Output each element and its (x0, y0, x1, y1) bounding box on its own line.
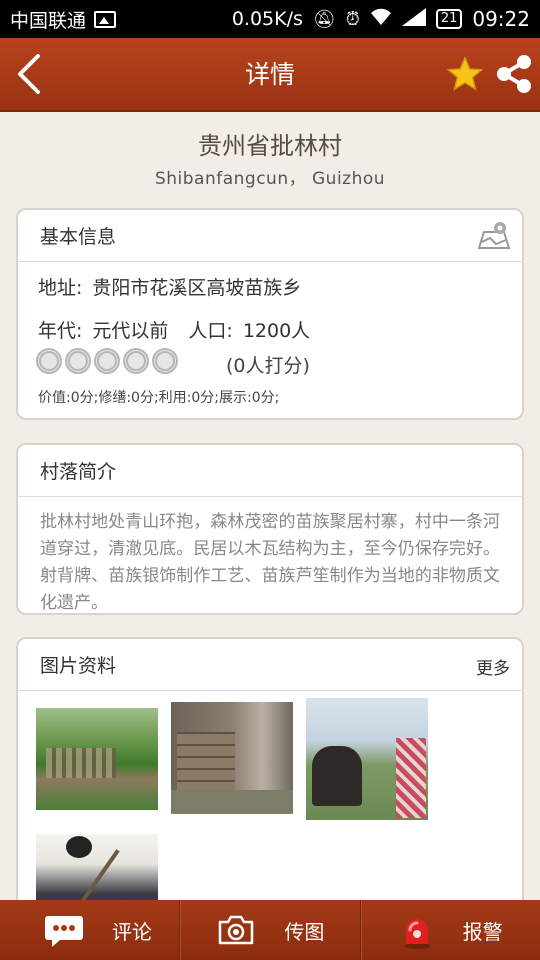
comment-button[interactable]: 评论 (0, 900, 179, 960)
rating-count: (0人打分) (226, 355, 310, 377)
score-breakdown: 价值:0分;修缮:0分;利用:0分;展示:0分; (38, 390, 280, 406)
app-header: 详情 (0, 38, 540, 112)
alarm-label: 报警 (462, 920, 503, 944)
upload-label: 传图 (284, 920, 325, 944)
village-subtitle: Shibanfangcun， Guizhou (154, 169, 386, 189)
upload-photo-button[interactable]: 传图 (179, 900, 359, 960)
address-value: 贵阳市花溪区高坡苗族乡 (92, 277, 302, 299)
status-right: 0.05K/s 🔕︎ ⏰︎ 21 09:22 (232, 7, 530, 31)
basic-info-heading: 基本信息 (40, 226, 117, 248)
photo-thumbnail[interactable] (306, 698, 428, 820)
village-name: 贵州省批林村 (198, 132, 342, 160)
photo-thumbnail[interactable] (36, 708, 158, 810)
rating-circle-icon[interactable] (152, 348, 178, 374)
share-button[interactable] (494, 52, 534, 96)
intro-text: 批林村地处青山环抱，森林茂密的苗族聚居村寨，村中一条河道穿过，清澈见底。民居以木… (40, 512, 500, 613)
signal-icon (401, 7, 426, 31)
carrier-name: 中国联通 (10, 9, 87, 32)
status-bar: 中国联通 0.05K/s 🔕︎ ⏰︎ 21 09:22 (0, 0, 540, 38)
intro-header: 村落简介 (18, 445, 522, 497)
bottom-action-bar: 评论 传图 报警 (0, 900, 540, 960)
population-label: 人口: (188, 320, 233, 342)
basic-info-header: 基本信息 (18, 210, 522, 262)
alarm-button[interactable]: 报警 (359, 900, 540, 960)
era-value: 元代以前 (92, 320, 169, 342)
intro-card: 村落简介 批林村地处青山环抱，森林茂密的苗族聚居村寨，村中一条河道穿过，清澈见底… (16, 443, 524, 615)
population-value: 1200人 (242, 320, 311, 342)
camera-icon (219, 915, 254, 945)
rating-circle-icon[interactable] (123, 348, 149, 374)
photo-thumbnail[interactable] (171, 702, 293, 814)
share-icon (497, 55, 531, 93)
alarm-siren-icon (403, 919, 430, 949)
rating-circle-icon[interactable] (65, 348, 91, 374)
star-icon (446, 56, 484, 91)
photo-card: 图片资料 更多 (16, 637, 524, 934)
era-label: 年代: (38, 320, 83, 342)
chat-bubble-icon (45, 916, 83, 947)
network-speed: 0.05K/s (231, 8, 303, 30)
favorite-button[interactable] (446, 56, 484, 92)
comment-label: 评论 (112, 920, 152, 944)
photo-header: 图片资料 更多 (18, 639, 522, 691)
address-row: 地址: 贵阳市花溪区高坡苗族乡 (38, 273, 301, 300)
more-photos-link[interactable]: 更多 (476, 654, 510, 679)
battery-icon: 21 (435, 9, 463, 29)
map-icon (477, 222, 511, 249)
wifi-icon (370, 8, 392, 31)
image-notification-icon (94, 10, 117, 28)
mute-icon: 🔕︎ (312, 8, 336, 30)
clock-time: 09:22 (472, 7, 530, 31)
alarm-clock-icon: ⏰︎ (345, 8, 360, 30)
rating-circle-icon[interactable] (94, 348, 120, 374)
address-label: 地址: (38, 277, 83, 299)
era-population-row: 年代: 元代以前 人口: 1200人 (38, 316, 310, 343)
rating-circle-icon[interactable] (36, 348, 62, 374)
rating-circles[interactable] (36, 348, 178, 374)
intro-heading: 村落简介 (40, 461, 117, 483)
map-button[interactable] (476, 220, 512, 250)
basic-info-card: 基本信息 地址: 贵阳市花溪区高坡苗族乡 年代: 元代以前 人口: 1200人 (0人打… (16, 208, 524, 420)
photo-heading: 图片资料 (40, 655, 117, 677)
